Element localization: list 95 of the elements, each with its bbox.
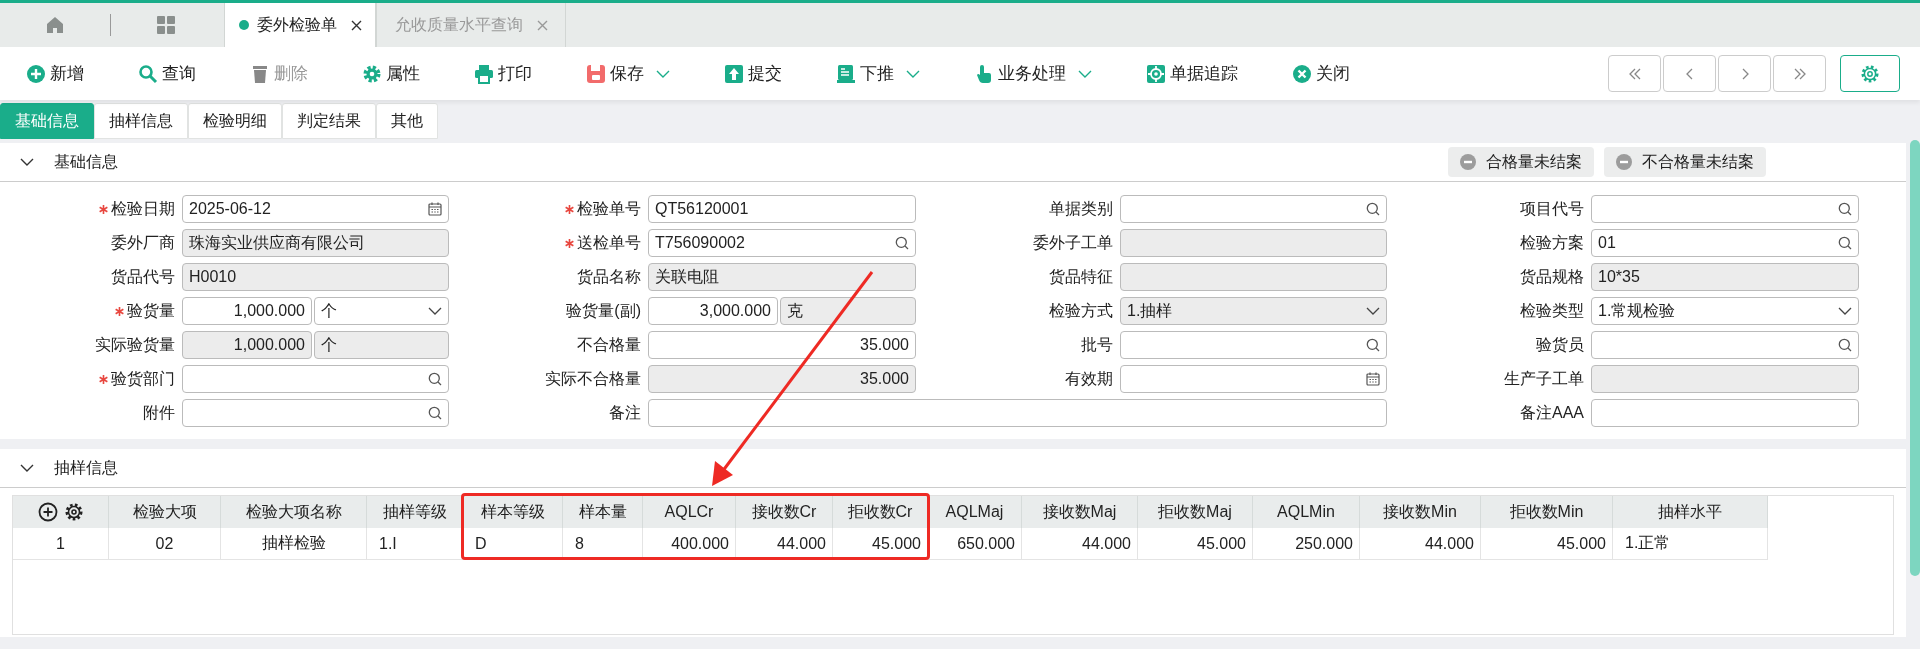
section-title: 抽样信息 (54, 457, 118, 478)
column-header[interactable]: 接收数Min (1360, 496, 1481, 528)
field-label: 委外厂商 (111, 232, 175, 253)
field-label: 批号 (1081, 334, 1113, 355)
table-cell: 1.I (367, 528, 463, 560)
input-field[interactable]: 35.000 (648, 365, 916, 393)
table-cell: 44.000 (1360, 528, 1481, 560)
column-header[interactable]: 样本等级 (463, 496, 563, 528)
toolbar-button[interactable]: 业务处理 (974, 62, 1092, 85)
field-label: 货品代号 (111, 266, 175, 287)
field-label: 送检单号 (577, 232, 641, 253)
toolbar-button[interactable]: 关闭 (1292, 62, 1350, 85)
column-header[interactable]: 抽样等级 (367, 496, 463, 528)
column-header[interactable]: 拒收数Min (1481, 496, 1613, 528)
field-label: 实际验货量 (95, 334, 175, 355)
column-header[interactable]: 检验大项名称 (221, 496, 367, 528)
table-cell: 44.000 (736, 528, 833, 560)
field-label: 有效期 (1065, 368, 1113, 389)
field-label: 检验日期 (111, 198, 175, 219)
field-label: 验货员 (1536, 334, 1584, 355)
quantity-field[interactable]: 1,000.000 (182, 297, 312, 325)
row-number: 1 (13, 528, 109, 560)
column-header[interactable]: 样本量 (563, 496, 643, 528)
status-button[interactable]: 不合格量未结案 (1604, 147, 1766, 177)
field-label: 项目代号 (1520, 198, 1584, 219)
field-label: 检验方案 (1520, 232, 1584, 253)
search-field[interactable]: 01 (1591, 229, 1859, 257)
toolbar-button[interactable]: 单据追踪 (1146, 62, 1238, 85)
quantity-field[interactable]: 3,000.000 (648, 297, 778, 325)
table-cell: 抽样检验 (221, 528, 367, 560)
input-field[interactable]: 关联电阻 (648, 263, 916, 291)
toolbar-button[interactable]: 属性 (362, 62, 420, 85)
toolbar-button[interactable]: 新增 (26, 62, 84, 85)
unit-dropdown[interactable]: 个 (314, 297, 449, 325)
table-cell: 45.000 (1481, 528, 1613, 560)
page-tab[interactable]: 委外检验单 (224, 3, 376, 47)
field-label: 货品规格 (1520, 266, 1584, 287)
column-header[interactable]: 拒收数Maj (1138, 496, 1253, 528)
field-label: 备注 (609, 402, 641, 423)
column-header[interactable]: 抽样水平 (1613, 496, 1768, 528)
unit-field[interactable]: 个 (314, 331, 449, 359)
field-label: 委外子工单 (1033, 232, 1113, 253)
input-field[interactable]: H0010 (182, 263, 449, 291)
date-field[interactable]: 2025-06-12 (182, 195, 449, 223)
field-label: 附件 (143, 402, 175, 423)
field-label: 验货量 (127, 300, 175, 321)
field-label: 验货部门 (111, 368, 175, 389)
table-cell: 1.正常 (1613, 528, 1768, 560)
field-label: 实际不合格量 (545, 368, 641, 389)
section-title: 基础信息 (54, 151, 118, 172)
dropdown-field[interactable]: 1.常规检验 (1591, 297, 1859, 325)
toolbar-button[interactable]: 提交 (724, 62, 782, 85)
field-label: 检验类型 (1520, 300, 1584, 321)
form-tab[interactable]: 判定结果 (282, 103, 376, 139)
field-label: 检验方式 (1049, 300, 1113, 321)
form-tab[interactable]: 检验明细 (188, 103, 282, 139)
table-cell: 650.000 (928, 528, 1022, 560)
table-cell: 250.000 (1253, 528, 1360, 560)
table-cell: 400.000 (643, 528, 736, 560)
field-label: 检验单号 (577, 198, 641, 219)
dropdown-field[interactable]: 1.抽样 (1120, 297, 1387, 325)
field-label: 货品特征 (1049, 266, 1113, 287)
toolbar-button[interactable]: 保存 (586, 62, 670, 85)
input-field[interactable]: QT56120001 (648, 195, 916, 223)
field-label: 货品名称 (577, 266, 641, 287)
column-header[interactable]: 拒收数Cr (833, 496, 928, 528)
column-header[interactable]: 接收数Maj (1022, 496, 1138, 528)
input-field[interactable]: 10*35 (1591, 263, 1859, 291)
input-field[interactable]: 35.000 (648, 331, 916, 359)
search-field[interactable]: T756090002 (648, 229, 916, 257)
column-header[interactable]: AQLMaj (928, 496, 1022, 528)
field-label: 单据类别 (1049, 198, 1113, 219)
table-cell: 02 (109, 528, 221, 560)
status-button[interactable]: 合格量未结案 (1448, 147, 1594, 177)
form-tab[interactable]: 其他 (376, 103, 438, 139)
toolbar-button[interactable]: 下推 (836, 62, 920, 85)
unit-field[interactable]: 克 (780, 297, 916, 325)
table-cell: 8 (563, 528, 643, 560)
field-label: 生产子工单 (1504, 368, 1584, 389)
column-header[interactable]: 检验大项 (109, 496, 221, 528)
field-label: 不合格量 (577, 334, 641, 355)
field-label: 验货量(副) (566, 300, 641, 321)
table-cell: 45.000 (833, 528, 928, 560)
column-header[interactable]: AQLCr (643, 496, 736, 528)
column-header[interactable]: 接收数Cr (736, 496, 833, 528)
field-label: 备注AAA (1520, 402, 1584, 423)
toolbar-button[interactable]: 查询 (138, 62, 196, 85)
quantity-field[interactable]: 1,000.000 (182, 331, 312, 359)
input-field[interactable]: 珠海实业供应商有限公司 (182, 229, 449, 257)
toolbar-button[interactable]: 打印 (474, 62, 532, 85)
table-cell: 44.000 (1022, 528, 1138, 560)
table-cell: D (463, 528, 563, 560)
form-tab[interactable]: 抽样信息 (94, 103, 188, 139)
column-header[interactable]: AQLMin (1253, 496, 1360, 528)
table-cell: 45.000 (1138, 528, 1253, 560)
